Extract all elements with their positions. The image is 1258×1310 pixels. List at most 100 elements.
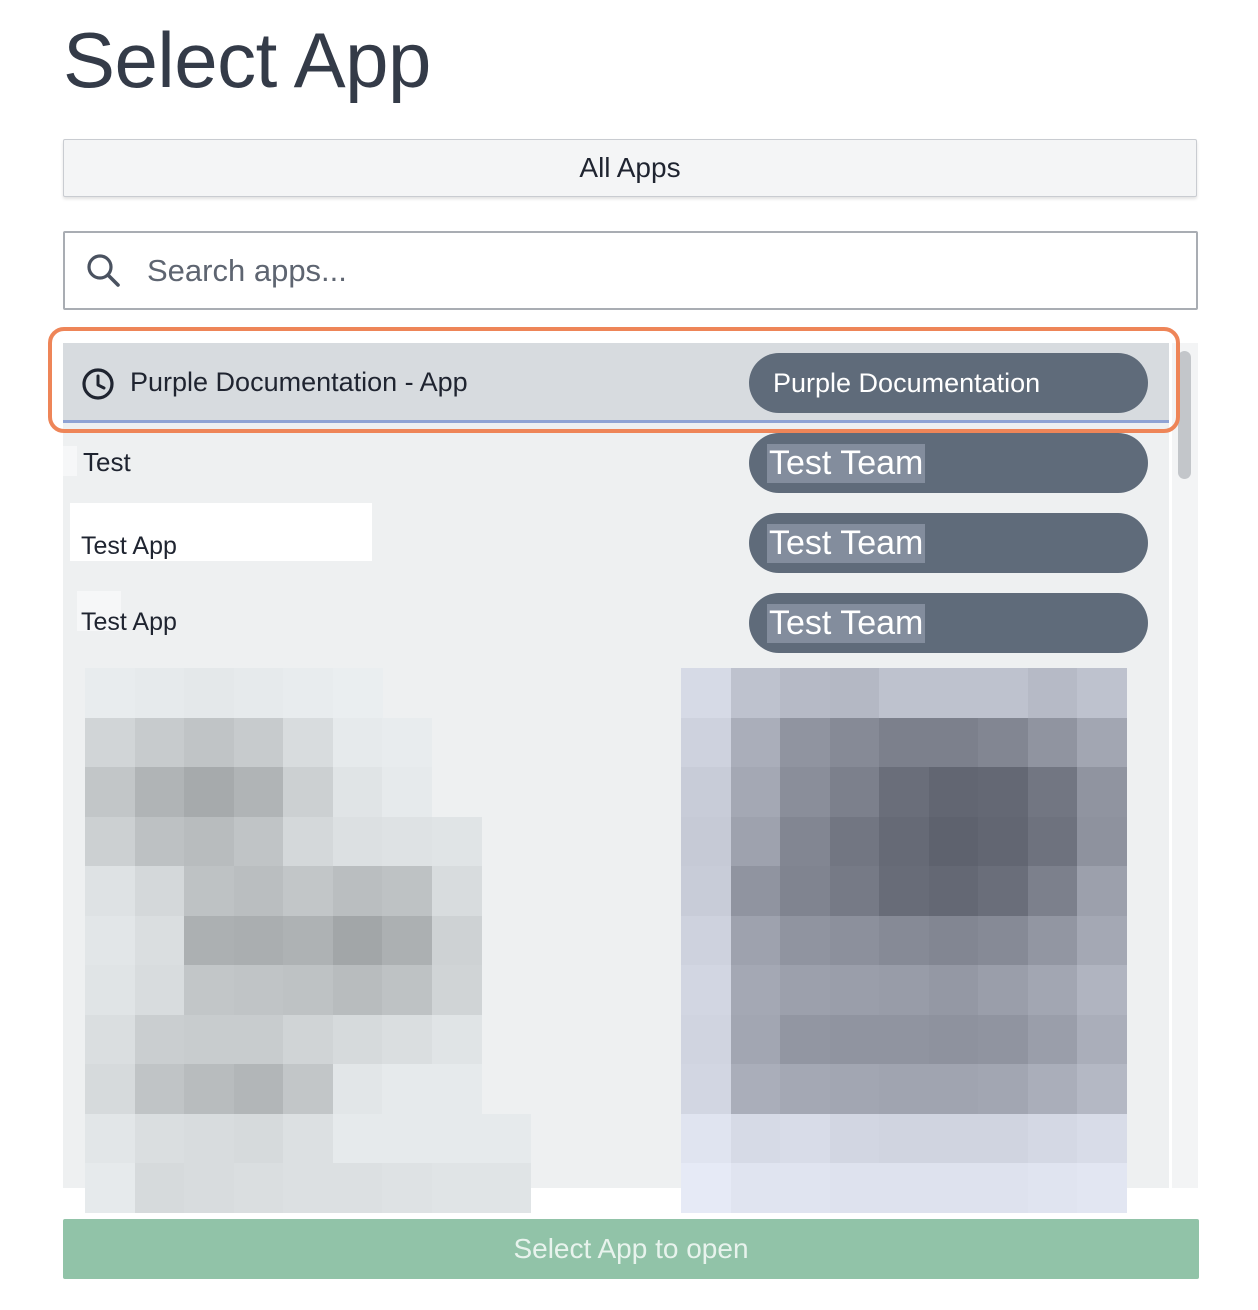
redaction-pixel (829, 767, 880, 817)
redaction-pixel (879, 767, 929, 817)
app-row[interactable]: Test Test Team (63, 423, 1169, 503)
app-name: Test (83, 447, 131, 477)
redaction-pixel (829, 1014, 880, 1065)
redaction-pixel (681, 668, 731, 718)
redaction-pixel (85, 1064, 135, 1114)
redaction-pixel (780, 915, 830, 966)
redaction-pixel (332, 816, 383, 867)
redaction-pixel (283, 717, 333, 768)
redaction-pixel (928, 915, 979, 966)
redaction-pixel (431, 816, 482, 867)
redaction-pixel (829, 668, 880, 718)
search-box[interactable] (63, 231, 1198, 310)
all-apps-filter-button[interactable]: All Apps (63, 139, 1197, 197)
redaction-pixel (184, 767, 234, 817)
redaction-pixel (283, 816, 333, 867)
redaction-pixel (85, 1113, 135, 1164)
redaction-pixel (978, 816, 1028, 867)
redaction-pixel (431, 1163, 482, 1213)
redaction-pixel (730, 866, 781, 916)
redaction-pixel (382, 866, 432, 916)
redaction-pixel (283, 965, 333, 1015)
redaction-pixel (1077, 816, 1127, 867)
redaction-pixel (233, 816, 284, 867)
redaction-pixel (681, 965, 731, 1015)
redaction-pixel (1027, 866, 1078, 916)
redaction-pixel (85, 668, 135, 718)
redaction-pixel (879, 1014, 929, 1065)
redaction-pixel (879, 965, 929, 1015)
redaction-pixel (928, 1163, 979, 1213)
redaction-pixel (1027, 965, 1078, 1015)
redaction-pixel (879, 866, 929, 916)
redaction-pixel (431, 915, 482, 966)
app-row[interactable]: Test App Test Team (63, 583, 1169, 663)
redaction-pixel (1077, 866, 1127, 916)
redaction-pixel (85, 866, 135, 916)
redaction-pixel (85, 1014, 135, 1065)
redaction-pixel (283, 866, 333, 916)
redaction-pixel (134, 1113, 185, 1164)
app-row[interactable]: Test App Test Team (63, 503, 1169, 583)
scrollbar-thumb[interactable] (1178, 351, 1191, 479)
redaction-pixel (1077, 915, 1127, 966)
redaction-pixel (730, 1113, 781, 1164)
redaction-pixel (85, 767, 135, 817)
redaction-pixel (1027, 915, 1078, 966)
redaction-pixel (681, 1064, 731, 1114)
redaction-pixel (283, 1113, 333, 1164)
redaction-pixel (382, 1064, 432, 1114)
search-input[interactable] (145, 251, 1196, 290)
redaction-pixel (829, 816, 880, 867)
open-app-button[interactable]: Select App to open (63, 1219, 1199, 1279)
redaction-pixel (85, 915, 135, 966)
app-name: Purple Documentation - App (130, 367, 468, 397)
redaction-pixel (928, 767, 979, 817)
redaction-pixel (681, 816, 731, 867)
redaction-pixel (928, 866, 979, 916)
redaction-pixel (134, 915, 185, 966)
list-scrollbar[interactable] (1172, 343, 1198, 1188)
redaction-pixel (1027, 816, 1078, 867)
redaction-pixel (780, 1163, 830, 1213)
redaction-pixel (681, 1014, 731, 1065)
redaction-pixel (233, 965, 284, 1015)
redaction-pixel (134, 866, 185, 916)
redaction-pixel (1077, 767, 1127, 817)
page-title: Select App (63, 16, 431, 104)
redaction-pixel (184, 1014, 234, 1065)
redaction-pixel (1027, 1064, 1078, 1114)
redaction-pixel (431, 965, 482, 1015)
team-badge: Purple Documentation (749, 353, 1148, 413)
redaction-pixel (184, 1064, 234, 1114)
redaction-pixel (233, 717, 284, 768)
redaction-pixel (382, 767, 432, 817)
app-row-selected[interactable]: Purple Documentation - App Purple Docume… (63, 343, 1169, 423)
redaction-pixel (780, 1014, 830, 1065)
redaction-pixel (332, 1113, 383, 1164)
redaction-pixel (85, 965, 135, 1015)
redaction-pixel (134, 668, 185, 718)
redaction-pixel (431, 1113, 482, 1164)
redaction-pixel (928, 965, 979, 1015)
redaction-pixel (780, 965, 830, 1015)
redaction-pixel (233, 915, 284, 966)
redaction-pixel (382, 816, 432, 867)
redaction-pixel (85, 816, 135, 867)
redaction-pixel (233, 668, 284, 718)
redaction-pixel (134, 717, 185, 768)
redaction-pixel (829, 866, 880, 916)
redaction-pixel (829, 915, 880, 966)
redaction-pixel (332, 965, 383, 1015)
redaction-pixel (382, 717, 432, 768)
redaction-pixel (780, 668, 830, 718)
redaction-pixel (928, 1014, 979, 1065)
redaction-pixel (730, 816, 781, 867)
redaction-pixel (1027, 767, 1078, 817)
redaction-pixel (780, 866, 830, 916)
team-badge: Test Team (749, 593, 1148, 653)
redaction-pixel (978, 866, 1028, 916)
redaction-pixel (780, 767, 830, 817)
redaction-pixel (283, 915, 333, 966)
redaction-pixel (928, 1064, 979, 1114)
